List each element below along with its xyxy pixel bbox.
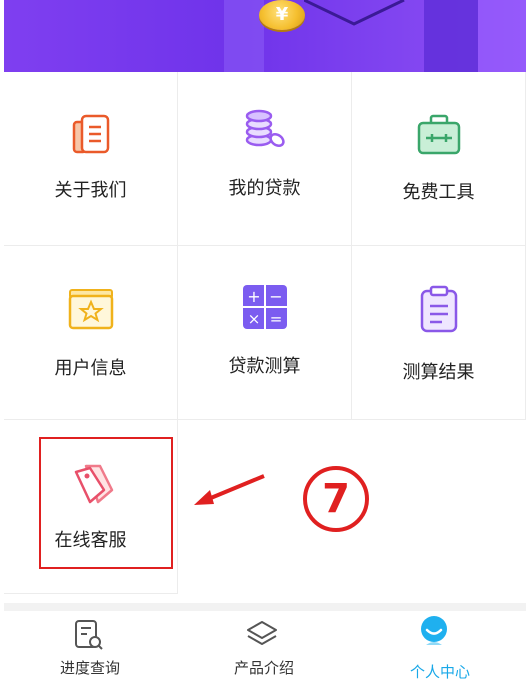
clipboard-icon [420,285,458,333]
coin-icon: ¥ [259,0,305,30]
tab-progress-query[interactable]: 进度查询 [0,611,176,689]
menu-item-user-info[interactable]: 用户信息 [4,246,178,420]
banner-decor-bar [478,0,526,72]
menu-item-free-tools[interactable]: 免费工具 [352,72,526,246]
highlight-box [39,437,173,569]
tab-label: 进度查询 [59,659,120,677]
banner-line-decor [304,0,405,26]
document-icon [72,114,110,154]
menu-item-label: 贷款测算 [228,356,301,377]
menu-item-label: 用户信息 [54,358,127,379]
menu-item-about-us[interactable]: 关于我们 [4,72,178,246]
top-banner: ¥ [4,0,526,72]
menu-item-my-loans[interactable]: 我的贷款 [178,72,352,246]
layers-icon [247,621,277,645]
banner-decor-bar [424,0,478,72]
svg-text:×: × [248,310,261,328]
step-number-badge: 7 [303,466,369,532]
pointer-arrow-icon [194,474,265,505]
tab-product-intro[interactable]: 产品介绍 [176,611,352,689]
tab-personal-center[interactable]: 个人中心 [352,611,528,689]
menu-item-label: 我的贷款 [228,178,301,199]
menu-item-label: 测算结果 [402,362,475,383]
search-document-icon [75,620,103,650]
svg-text:−: − [269,287,282,306]
menu-item-calc-results[interactable]: 测算结果 [352,246,526,420]
tab-label: 产品介绍 [233,659,294,677]
calculator-icon: + − × = [243,285,287,329]
menu-item-label: 关于我们 [54,180,127,201]
menu-item-label: 免费工具 [402,182,475,203]
svg-text:+: + [247,287,260,306]
user-avatar-icon [421,616,447,645]
toolbox-icon [417,114,461,155]
banner-decor-bar [224,0,264,72]
coins-icon [245,109,285,147]
tab-label: 个人中心 [409,663,470,681]
svg-text:=: = [270,310,283,328]
folder-star-icon [68,289,114,330]
menu-item-loan-calculator[interactable]: + − × = 贷款测算 [178,246,352,420]
bottom-tab-bar: 进度查询 产品介绍 个人中心 [0,611,528,689]
section-separator [4,603,526,611]
